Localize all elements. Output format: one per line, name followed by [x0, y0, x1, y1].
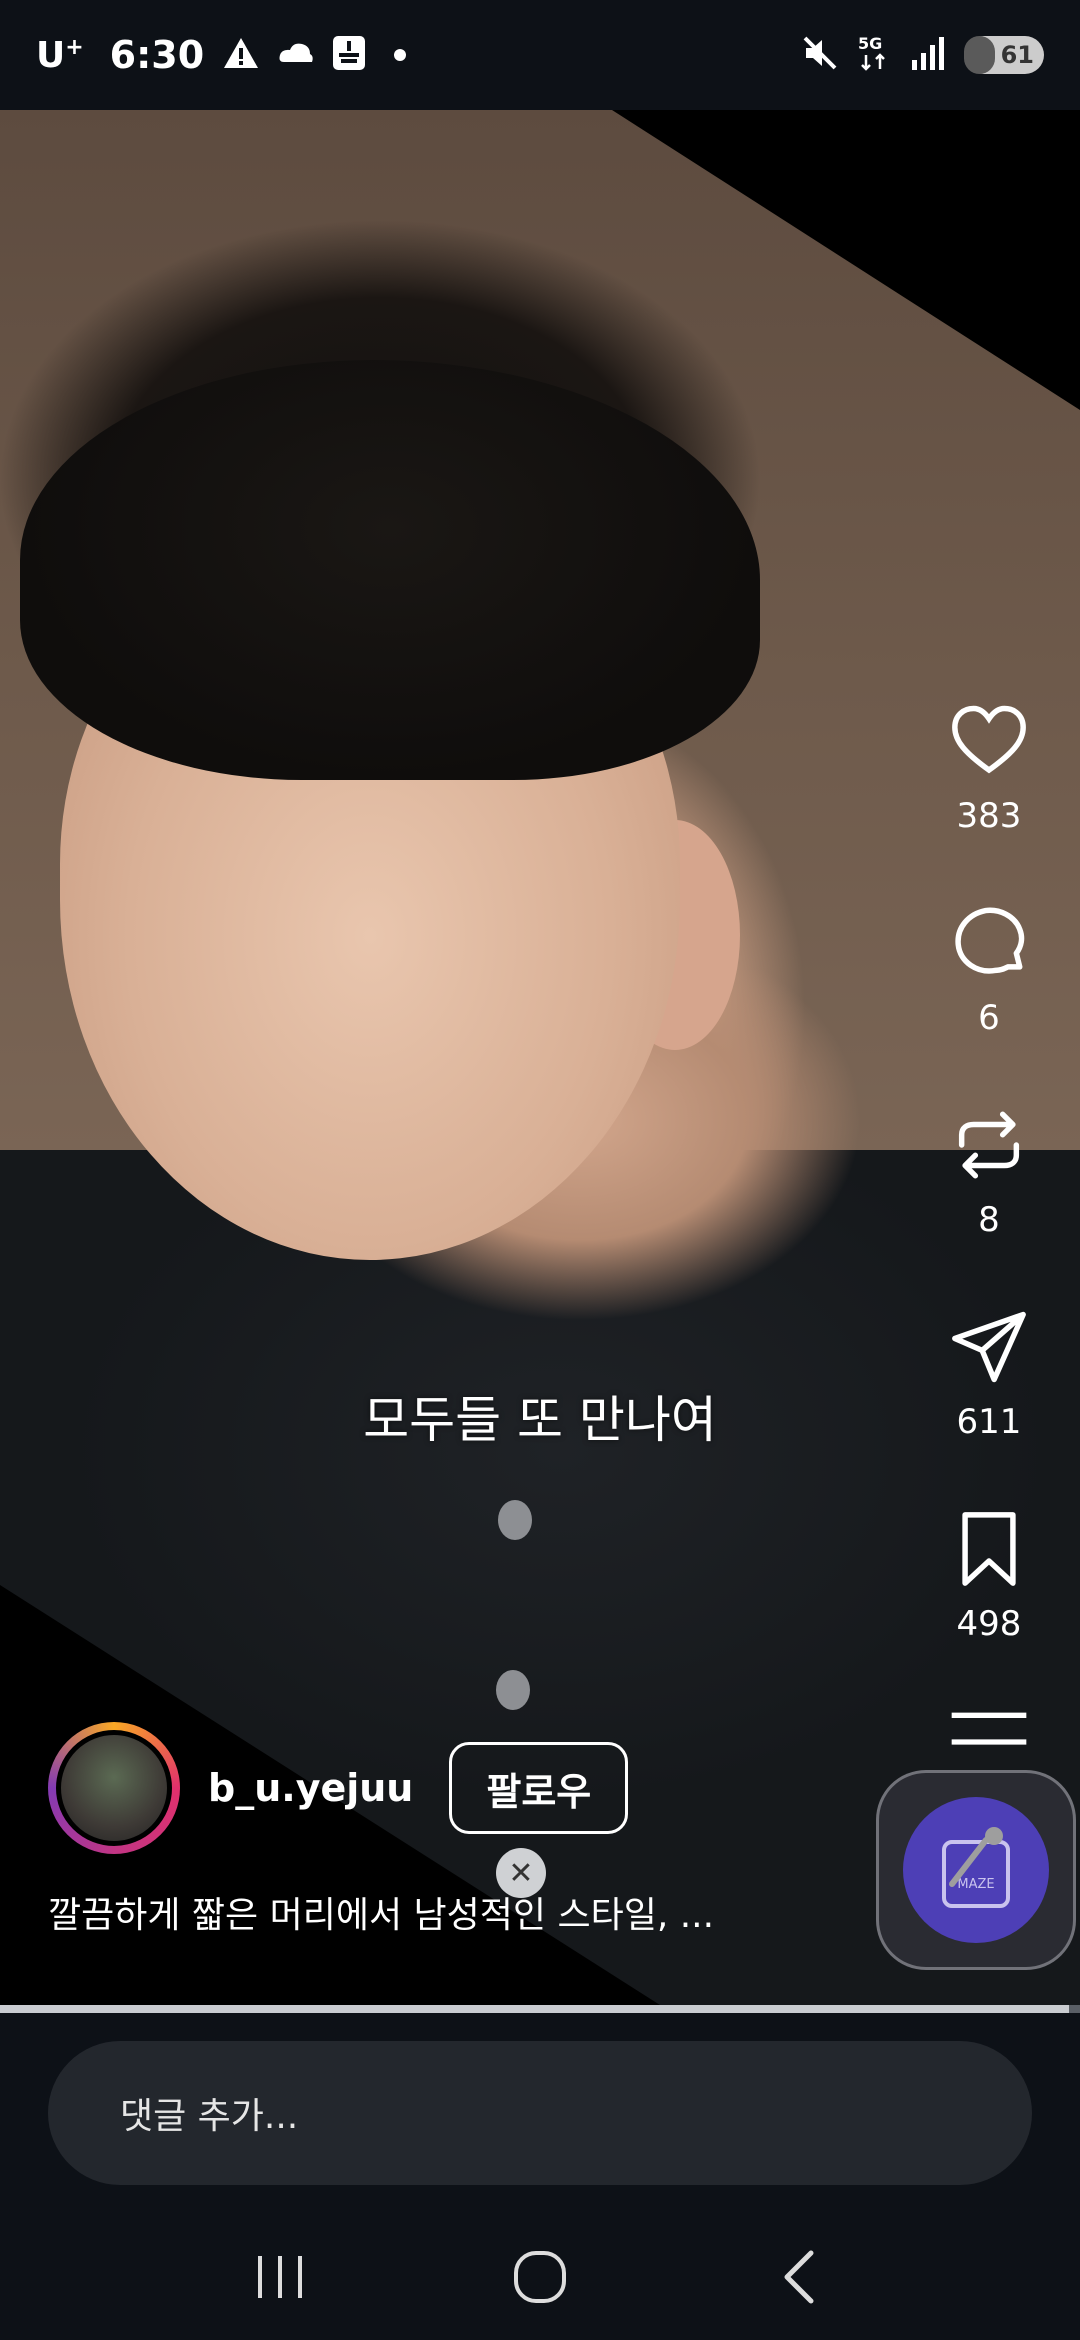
floating-widget[interactable]: MAZE [876, 1770, 1076, 1970]
video-progress-fill [0, 2005, 1070, 2013]
video-corner-top [612, 110, 1080, 410]
maze-app-icon: MAZE [942, 1827, 1010, 1908]
clock: 6:30 [109, 33, 205, 77]
signal-icon [910, 36, 946, 74]
username[interactable]: b_u.yejuu [208, 1766, 413, 1810]
shirt-button-2 [496, 1670, 530, 1710]
pay-app-icon [332, 35, 366, 75]
video-progress-bar[interactable] [0, 2005, 1080, 2013]
network-5g-icon: 5G [856, 33, 892, 77]
status-right: 5G 61 [802, 33, 1044, 77]
menu-icon [951, 1712, 1027, 1745]
recent-apps-icon [258, 2255, 302, 2298]
notification-dot-icon [394, 49, 407, 61]
svg-text:5G: 5G [858, 34, 882, 53]
comment-icon [955, 907, 1025, 974]
save-count: 498 [956, 1604, 1022, 1644]
comment-button[interactable]: 6 [948, 902, 1030, 1104]
video-hair [20, 360, 760, 780]
share-button[interactable]: 611 [948, 1306, 1030, 1508]
heart-icon [952, 705, 1026, 774]
mute-icon [802, 35, 838, 75]
like-button[interactable]: 383 [948, 700, 1030, 902]
screen: U+ 6:30 5G 61 모두들 또 만나여 383 6 8 611 498 … [0, 0, 1080, 2340]
recent-apps-button[interactable] [235, 2232, 325, 2322]
comment-area: 댓글 추가... [0, 2013, 1080, 2213]
follow-button[interactable]: 팔로우 [449, 1742, 629, 1834]
floating-widget-button: MAZE [903, 1797, 1049, 1943]
bookmark-icon [962, 1512, 1016, 1586]
status-left: U+ 6:30 [36, 33, 407, 77]
carrier-label: U+ [36, 34, 84, 76]
home-button[interactable] [495, 2232, 585, 2322]
send-icon [952, 1311, 1026, 1383]
status-bar: U+ 6:30 5G 61 [0, 0, 1080, 110]
comment-count: 6 [978, 998, 1000, 1038]
back-icon [784, 2250, 814, 2303]
more-button[interactable] [948, 1710, 1030, 1750]
comment-input[interactable]: 댓글 추가... [48, 2041, 1032, 2185]
avatar-image [56, 1730, 172, 1846]
action-rail: 383 6 8 611 498 [914, 700, 1064, 1750]
home-icon [514, 2250, 566, 2303]
author-row: b_u.yejuu 팔로우 [48, 1722, 629, 1854]
back-button[interactable] [755, 2232, 845, 2322]
repost-count: 8 [978, 1200, 1000, 1240]
share-count: 611 [956, 1402, 1022, 1442]
avatar[interactable] [48, 1722, 180, 1854]
battery-indicator: 61 [964, 36, 1044, 74]
maze-label: MAZE [957, 1877, 994, 1892]
save-button[interactable]: 498 [948, 1508, 1030, 1710]
like-count: 383 [956, 796, 1022, 836]
post-caption[interactable]: 깔끔하게 짧은 머리에서 남성적인 스타일, ... [48, 1886, 808, 1938]
shirt-button-1 [498, 1500, 532, 1540]
system-nav-bar [0, 2213, 1080, 2340]
cloud-icon [278, 40, 314, 70]
repost-icon [958, 1111, 1020, 1179]
repost-button[interactable]: 8 [948, 1104, 1030, 1306]
warning-icon [222, 36, 260, 74]
